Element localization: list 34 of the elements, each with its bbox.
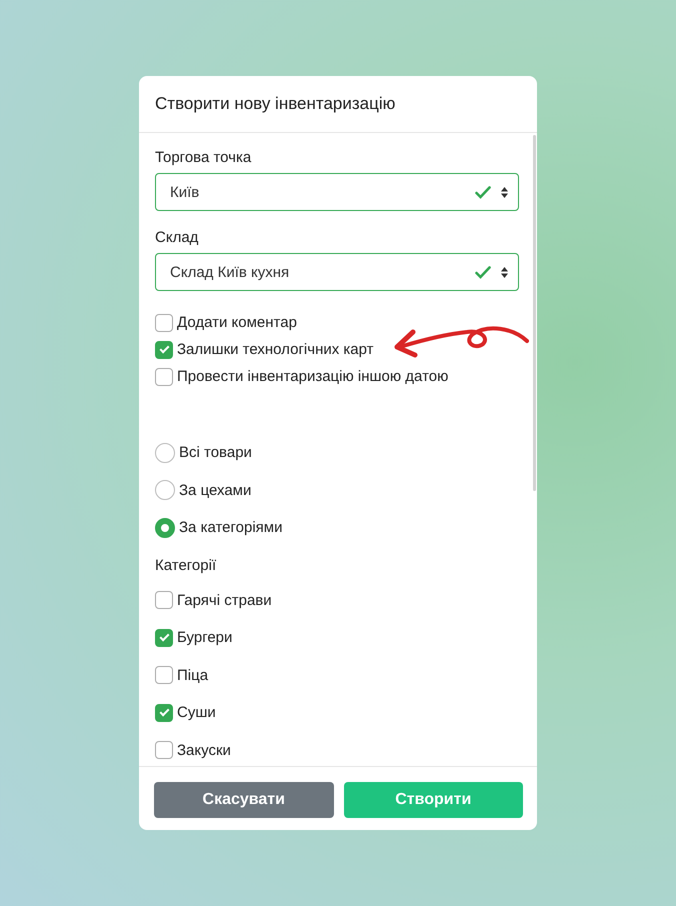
checkbox-label: Залишки технологічних карт	[177, 341, 374, 358]
checkbox[interactable]	[155, 741, 173, 760]
checkbox-label: Суши	[177, 704, 216, 722]
checkbox-label: Гарячі страви	[177, 592, 272, 609]
check-icon	[475, 186, 491, 198]
dialog-title: Створити нову інвентаризацію	[155, 94, 396, 114]
checkbox-label: Піца	[177, 666, 208, 684]
radio-button[interactable]	[155, 480, 175, 500]
sort-icon	[501, 186, 508, 198]
checkbox-label: Бургери	[177, 629, 232, 646]
checkbox-label: Додати коментар	[177, 314, 297, 331]
checkbox[interactable]	[155, 340, 173, 358]
radio-label: За цехами	[179, 482, 252, 499]
checkbox-label: Провести інвентаризацію іншою датою	[177, 368, 448, 385]
checkbox-label: Закуски	[177, 742, 231, 759]
checkbox[interactable]	[155, 368, 173, 386]
radio-label: Всі товари	[179, 444, 252, 462]
checkbox[interactable]	[155, 628, 173, 647]
field-label: Торгова точка	[155, 149, 252, 166]
radio-button[interactable]	[155, 442, 175, 463]
sort-icon	[501, 266, 508, 278]
field-label: Склад	[155, 229, 200, 246]
check-icon	[475, 266, 491, 278]
select-field[interactable]: Київ	[155, 173, 519, 211]
checkbox[interactable]	[155, 704, 173, 722]
radio-label: За категоріями	[179, 519, 282, 536]
scrollbar[interactable]	[533, 135, 536, 491]
radio-button[interactable]	[155, 518, 175, 538]
checkbox[interactable]	[155, 591, 173, 610]
checkbox[interactable]	[155, 314, 173, 332]
cancel-button[interactable]: Скасувати	[154, 782, 334, 818]
section-label: Категорії	[155, 556, 218, 574]
checkbox[interactable]	[155, 666, 173, 684]
select-field[interactable]: Склад Київ кухня	[155, 253, 519, 291]
